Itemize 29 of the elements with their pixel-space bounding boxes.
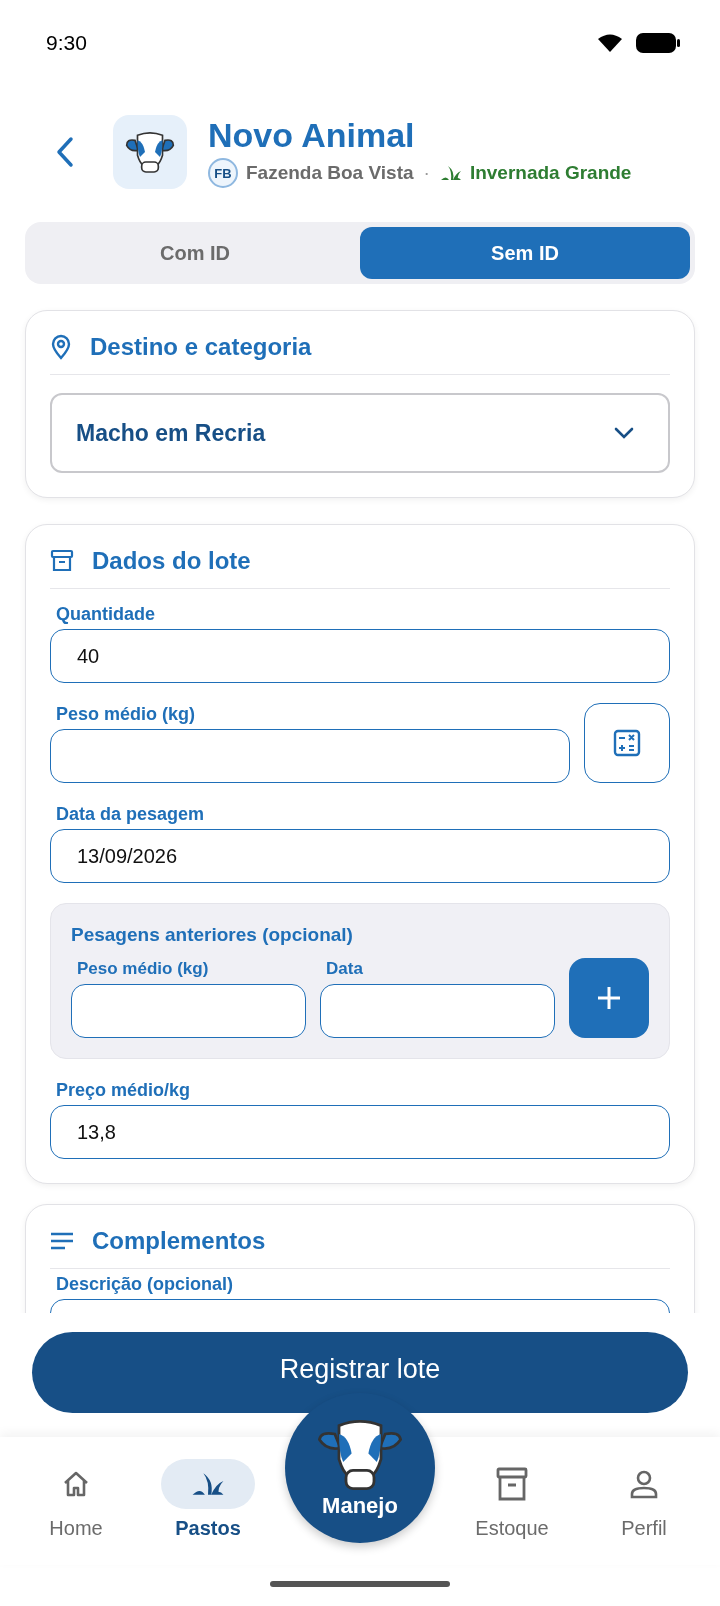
input-field[interactable]: 40 xyxy=(50,629,670,683)
panel-title: Pesagens anteriores (opcional) xyxy=(71,924,354,946)
field-label: Preço médio/kg xyxy=(55,1079,192,1101)
separator-dot: · xyxy=(423,162,430,184)
section-title: Complementos xyxy=(92,1227,266,1255)
field-label: Peso médio (kg) xyxy=(55,703,197,725)
segment-tab[interactable]: Sem ID xyxy=(360,227,690,279)
register-button[interactable]: Registrar lote xyxy=(32,1332,688,1413)
field-label: Descrição (opcional) xyxy=(55,1273,235,1295)
section-title: Destino e categoria xyxy=(90,333,312,361)
section-title: Dados do lote xyxy=(92,547,251,575)
nav-tab[interactable]: Estoque xyxy=(457,1437,567,1541)
manejo-button[interactable]: Manejo xyxy=(285,1393,435,1543)
segment-tab[interactable]: Com ID xyxy=(30,227,360,279)
nav-tab[interactable]: Home xyxy=(21,1437,131,1541)
nav-tab[interactable]: Perfil xyxy=(589,1437,699,1541)
category-select[interactable]: Macho em Recria xyxy=(50,393,670,473)
nav-tab[interactable]: Pastos xyxy=(153,1437,263,1541)
pasture-name: Invernada Grande xyxy=(469,162,632,184)
field-label: Data xyxy=(325,958,364,980)
status-time: 9:30 xyxy=(46,31,87,55)
field-label: Quantidade xyxy=(55,603,156,625)
farm-name: Fazenda Boa Vista xyxy=(246,162,414,184)
field-label: Peso médio (kg) xyxy=(76,958,210,980)
farm-badge: FB xyxy=(208,158,238,188)
field-label: Data da pesagem xyxy=(55,803,206,825)
input-field[interactable]: 13,8 xyxy=(50,1105,670,1159)
input-field[interactable]: 13/09/2026 xyxy=(50,829,670,883)
page-title: Novo Animal xyxy=(208,116,416,154)
